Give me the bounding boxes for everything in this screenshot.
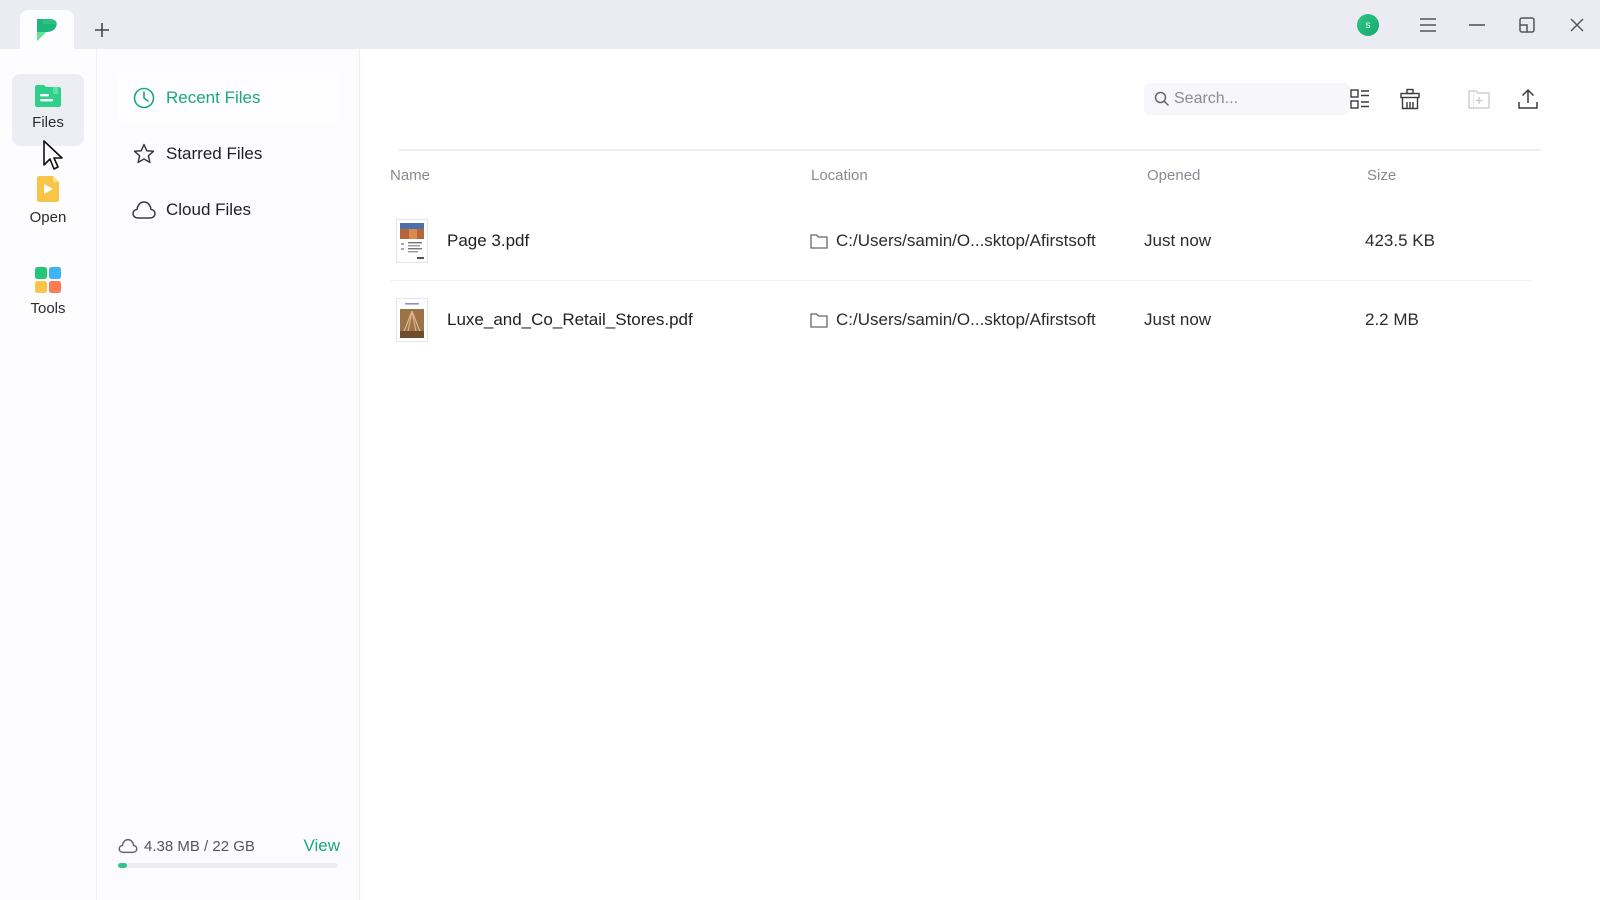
file-location[interactable]: C:/Users/samin/O...sktop/Afirstsoft [810, 310, 1096, 330]
folder-icon [810, 312, 828, 328]
rail-item-label: Tools [30, 300, 66, 317]
file-location-path: C:/Users/samin/O...sktop/Afirstsoft [836, 231, 1096, 250]
restore-button[interactable] [1512, 10, 1542, 40]
app-logo-icon [37, 18, 57, 41]
sidebar-item-label: Recent Files [166, 88, 261, 107]
file-opened: Just now [1144, 310, 1212, 329]
file-size: 423.5 KB [1365, 231, 1435, 250]
sidebar-item-label: Cloud Files [166, 200, 252, 219]
header-divider [399, 149, 1541, 151]
open-file-icon [37, 176, 59, 202]
storage-used-text: 4.38 MB / 22 GB [144, 837, 255, 855]
list-view-icon [1350, 89, 1369, 109]
sidebar-item-recent-files[interactable]: Recent Files [118, 73, 340, 123]
left-rail: Files Open Tools [0, 49, 97, 900]
files-folder-icon [35, 85, 61, 107]
avatar[interactable]: s [1357, 14, 1379, 36]
title-bar: s [0, 0, 1600, 49]
cloud-storage-icon [118, 838, 138, 854]
files-sidebar: Recent Files Starred Files Cloud Files 4… [98, 49, 360, 900]
sidebar-item-starred-files[interactable]: Starred Files [118, 129, 340, 179]
rail-item-label: Files [32, 114, 64, 131]
file-name[interactable]: Luxe_and_Co_Retail_Stores.pdf [447, 310, 693, 330]
restore-icon [1519, 17, 1535, 33]
view-storage-link[interactable]: View [303, 836, 340, 856]
table-row[interactable]: Luxe_and_Co_Retail_Stores.pdf C:/Users/s… [390, 282, 1532, 360]
hamburger-menu-icon [1420, 18, 1436, 32]
folder-icon [810, 233, 828, 249]
upload-button[interactable] [1513, 84, 1543, 114]
close-icon [1570, 18, 1584, 32]
upload-icon [1518, 88, 1538, 109]
column-header-opened[interactable]: Opened [1147, 167, 1200, 184]
file-opened: Just now [1144, 231, 1212, 250]
pdf-thumbnail [396, 298, 428, 342]
sidebar-item-cloud-files[interactable]: Cloud Files [118, 185, 340, 235]
clear-history-button[interactable] [1395, 84, 1425, 114]
search-icon [1154, 91, 1170, 107]
new-folder-icon [1468, 90, 1490, 109]
column-header-name[interactable]: Name [390, 167, 430, 184]
new-folder-button[interactable] [1464, 84, 1494, 114]
cloud-icon [132, 198, 156, 222]
storage-progress-bar [118, 863, 338, 868]
file-location[interactable]: C:/Users/samin/O...sktop/Afirstsoft [810, 231, 1096, 251]
home-tab[interactable] [20, 10, 74, 49]
tools-grid-icon [35, 267, 61, 293]
file-location-path: C:/Users/samin/O...sktop/Afirstsoft [836, 310, 1096, 329]
rail-item-label: Open [29, 209, 67, 226]
table-row[interactable]: Page 3.pdf C:/Users/samin/O...sktop/Afir… [390, 203, 1532, 281]
main-panel: Name Location Opened Size Page 3.pdf [361, 49, 1600, 900]
plus-icon [95, 23, 109, 37]
close-button[interactable] [1562, 10, 1592, 40]
new-tab-button[interactable] [88, 16, 116, 44]
file-size: 2.2 MB [1365, 310, 1419, 329]
file-name[interactable]: Page 3.pdf [447, 231, 529, 251]
minimize-button[interactable] [1462, 10, 1492, 40]
column-header-size[interactable]: Size [1367, 167, 1396, 184]
clock-icon [132, 86, 156, 110]
star-icon [132, 142, 156, 166]
rail-item-open[interactable]: Open [12, 165, 84, 237]
broom-clear-icon [1400, 88, 1420, 110]
list-view-button[interactable] [1345, 84, 1375, 114]
minimize-icon [1469, 24, 1485, 26]
search-box[interactable] [1144, 83, 1350, 115]
menu-button[interactable] [1413, 10, 1443, 40]
column-header-location[interactable]: Location [811, 167, 868, 184]
pdf-thumbnail [396, 219, 428, 263]
search-input[interactable] [1174, 90, 1344, 108]
avatar-initial: s [1365, 19, 1371, 31]
storage-progress-fill [118, 863, 127, 868]
sidebar-item-label: Starred Files [166, 144, 263, 163]
rail-item-tools[interactable]: Tools [12, 256, 84, 328]
rail-item-files[interactable]: Files [12, 74, 84, 146]
storage-info: 4.38 MB / 22 GB View [118, 836, 340, 856]
